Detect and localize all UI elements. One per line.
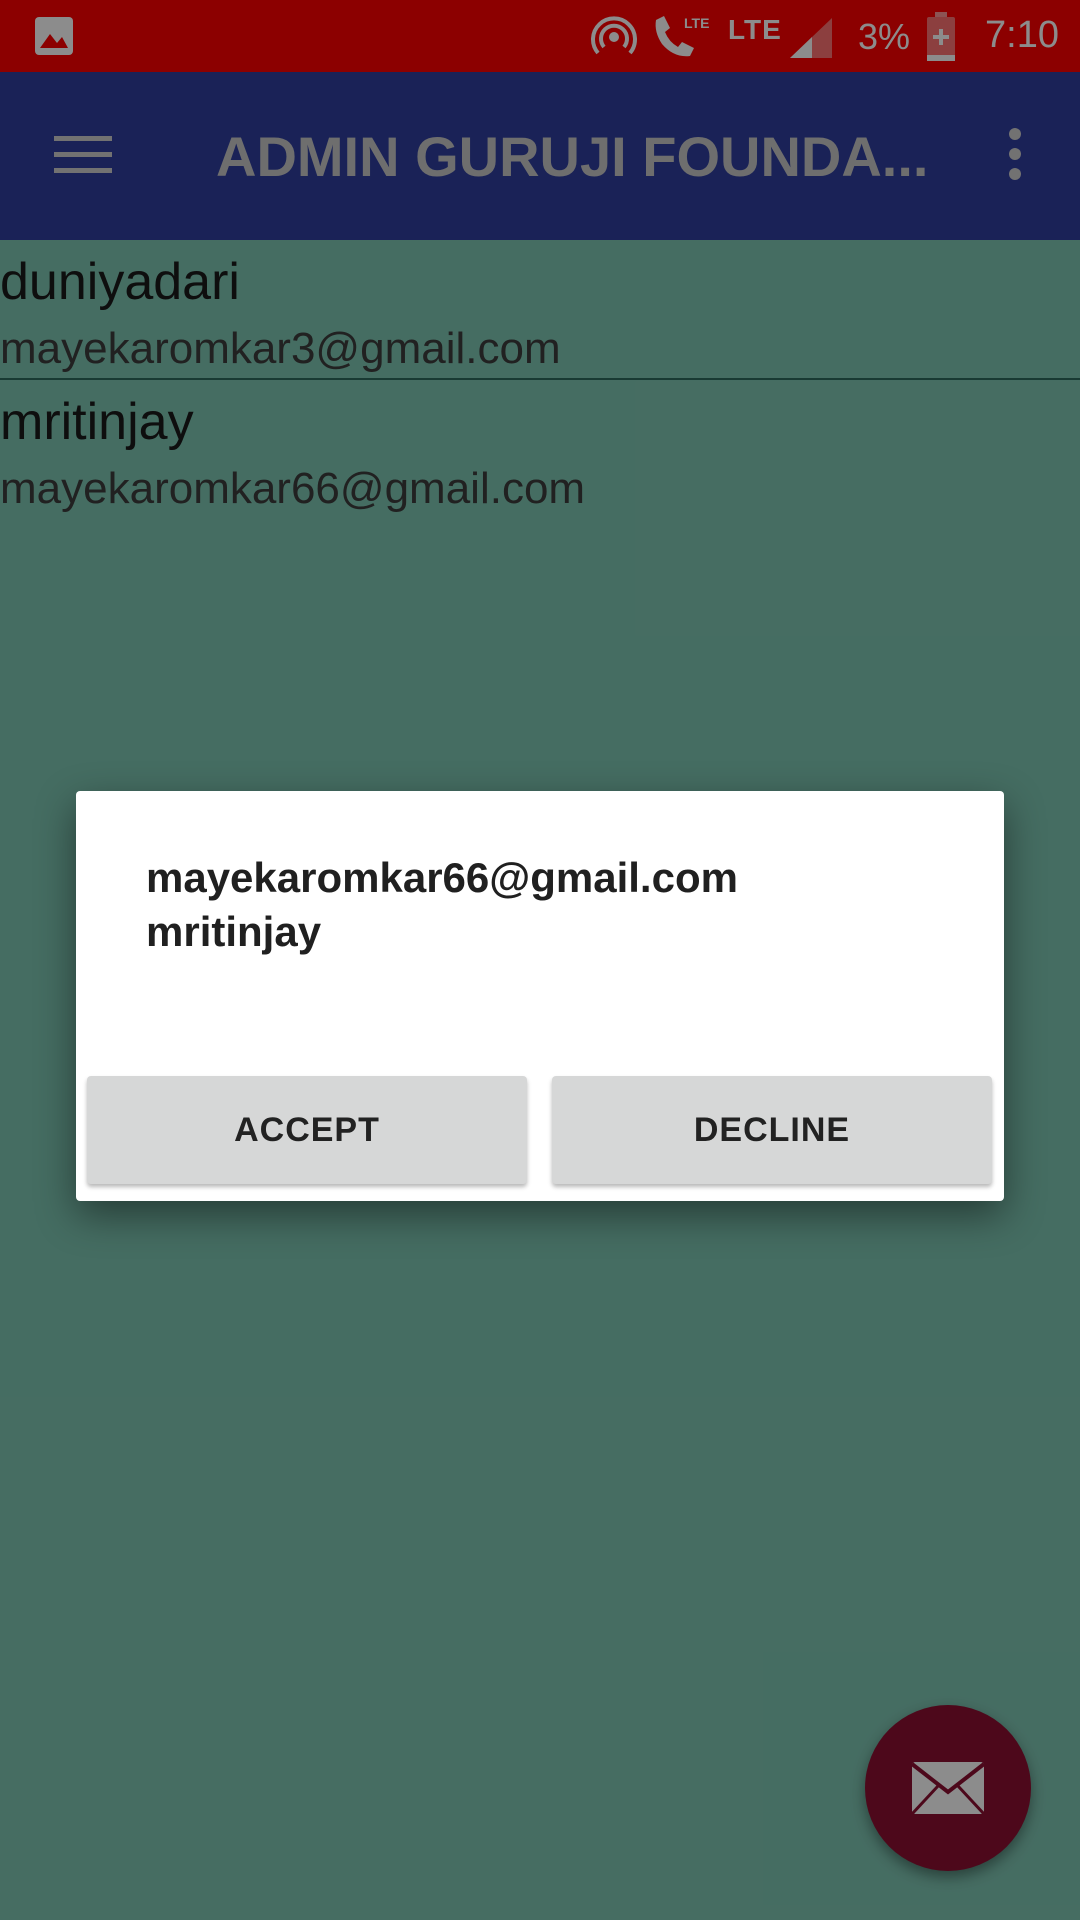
request-dialog: mayekaromkar66@gmail.com mritinjay ACCEP… bbox=[76, 791, 1004, 1201]
screen: LTE LTE 3% 7:10 ADMIN GURUJI FOUNDA... d… bbox=[0, 0, 1080, 1920]
decline-button[interactable]: DECLINE bbox=[552, 1076, 992, 1184]
dialog-name: mritinjay bbox=[146, 908, 322, 955]
dialog-message: mayekaromkar66@gmail.com mritinjay bbox=[146, 851, 946, 959]
accept-button[interactable]: ACCEPT bbox=[87, 1076, 527, 1184]
dialog-email: mayekaromkar66@gmail.com bbox=[146, 854, 738, 901]
